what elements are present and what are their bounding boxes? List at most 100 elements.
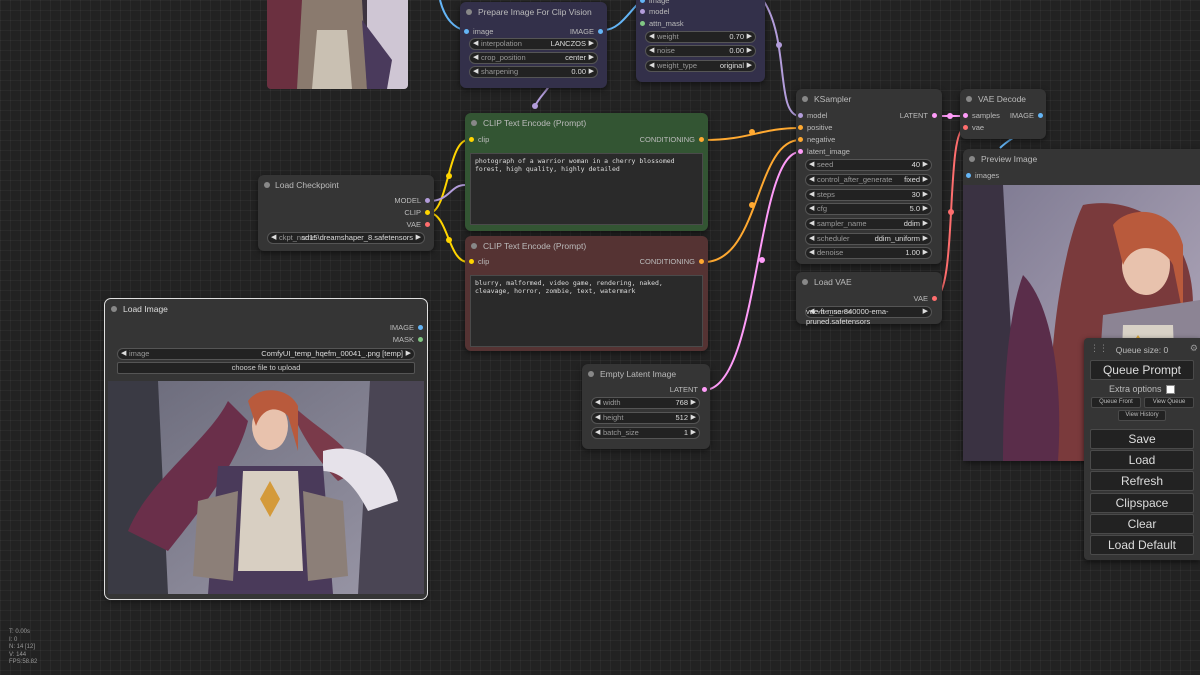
arrow-right-icon[interactable]: ▶ — [923, 204, 928, 214]
widget-height[interactable]: ◀ height 512 ▶ — [591, 412, 700, 424]
arrow-right-icon[interactable]: ▶ — [691, 413, 696, 423]
output-latent-slot[interactable]: LATENT — [900, 111, 937, 121]
node-load-checkpoint[interactable]: Load Checkpoint MODEL CLIP VAE ◀ ckpt_nam… — [258, 175, 434, 251]
widget-denoise[interactable]: ◀ denoise 1.00 ▶ — [805, 247, 932, 259]
input-clip-slot[interactable]: clip — [469, 257, 489, 267]
widget-batch-size[interactable]: ◀ batch_size 1 ▶ — [591, 427, 700, 439]
arrow-left-icon[interactable]: ◀ — [649, 61, 654, 71]
input-clip-slot[interactable]: clip — [469, 135, 489, 145]
save-button[interactable]: Save — [1090, 429, 1194, 449]
node-title[interactable]: VAE Decode — [960, 89, 1046, 109]
arrow-right-icon[interactable]: ▶ — [923, 175, 928, 185]
output-mask-slot[interactable]: MASK — [393, 335, 423, 345]
output-conditioning-slot[interactable]: CONDITIONING — [640, 135, 704, 145]
widget-sharpening[interactable]: ◀ sharpening 0.00 ▶ — [469, 66, 598, 78]
node-clip-text-positive[interactable]: CLIP Text Encode (Prompt) clip CONDITION… — [465, 113, 708, 231]
input-positive-slot[interactable]: positive — [798, 123, 832, 133]
arrow-left-icon[interactable]: ◀ — [473, 67, 478, 77]
output-vae-slot[interactable]: VAE — [407, 220, 430, 230]
clear-button[interactable]: Clear — [1090, 514, 1194, 534]
refresh-button[interactable]: Refresh — [1090, 471, 1194, 491]
arrow-left-icon[interactable]: ◀ — [271, 233, 276, 243]
node-title[interactable]: Prepare Image For Clip Vision — [460, 2, 607, 22]
output-clip-slot[interactable]: CLIP — [404, 208, 430, 218]
arrow-left-icon[interactable]: ◀ — [809, 219, 814, 229]
input-model-slot[interactable]: model — [798, 111, 827, 121]
arrow-left-icon[interactable]: ◀ — [809, 160, 814, 170]
widget-weight[interactable]: ◀ weight 0.70 ▶ — [645, 31, 756, 43]
upload-button[interactable]: choose file to upload — [117, 362, 415, 374]
load-default-button[interactable]: Load Default — [1090, 535, 1194, 555]
widget-width[interactable]: ◀ width 768 ▶ — [591, 397, 700, 409]
output-latent-slot[interactable]: LATENT — [670, 385, 707, 395]
input-negative-slot[interactable]: negative — [798, 135, 835, 145]
clipspace-button[interactable]: Clipspace — [1090, 493, 1194, 513]
node-vae-decode[interactable]: VAE Decode samples vae IMAGE — [960, 89, 1046, 139]
widget-crop-position[interactable]: ◀ crop_position center ▶ — [469, 52, 598, 64]
arrow-left-icon[interactable]: ◀ — [809, 190, 814, 200]
arrow-left-icon[interactable]: ◀ — [809, 234, 814, 244]
output-conditioning-slot[interactable]: CONDITIONING — [640, 257, 704, 267]
widget-image-select[interactable]: ◀ image ComfyUI_temp_hqefm_00041_.png [tem… — [117, 348, 415, 360]
widget-weight-type[interactable]: ◀ weight_type original ▶ — [645, 60, 756, 72]
extra-options-checkbox[interactable] — [1166, 385, 1176, 395]
arrow-left-icon[interactable]: ◀ — [595, 428, 600, 438]
arrow-left-icon[interactable]: ◀ — [121, 349, 126, 359]
input-samples-slot[interactable]: samples — [963, 111, 1000, 121]
widget-seed[interactable]: ◀ seed 40 ▶ — [805, 159, 932, 171]
arrow-right-icon[interactable]: ▶ — [923, 234, 928, 244]
widget-control-after-generate[interactable]: ◀ control_after_generate fixed ▶ — [805, 174, 932, 186]
output-vae-slot[interactable]: VAE — [914, 294, 937, 304]
output-image-slot[interactable]: IMAGE — [570, 27, 603, 37]
arrow-left-icon[interactable]: ◀ — [809, 204, 814, 214]
gear-icon[interactable]: ⚙ — [1190, 343, 1198, 354]
queue-front-button[interactable]: Queue Front — [1091, 397, 1141, 408]
node-title[interactable]: Empty Latent Image — [582, 364, 710, 384]
node-title[interactable]: CLIP Text Encode (Prompt) — [465, 236, 708, 256]
arrow-right-icon[interactable]: ▶ — [923, 190, 928, 200]
queue-prompt-button[interactable]: Queue Prompt — [1090, 360, 1194, 380]
arrow-right-icon[interactable]: ▶ — [923, 248, 928, 258]
input-latent-image-slot[interactable]: latent_image — [798, 147, 850, 157]
view-history-button[interactable]: View History — [1118, 410, 1166, 421]
arrow-right-icon[interactable]: ▶ — [691, 398, 696, 408]
input-vae-slot[interactable]: vae — [963, 123, 984, 133]
arrow-right-icon[interactable]: ▶ — [691, 428, 696, 438]
input-image-slot[interactable]: image — [464, 27, 493, 37]
output-image-slot[interactable]: IMAGE — [1010, 111, 1043, 121]
node-title[interactable]: Load Image — [105, 299, 427, 319]
node-title[interactable]: CLIP Text Encode (Prompt) — [465, 113, 708, 133]
arrow-right-icon[interactable]: ▶ — [747, 46, 752, 56]
node-prepare-image[interactable]: Prepare Image For Clip Vision image IMAG… — [460, 2, 607, 88]
node-clip-text-negative[interactable]: CLIP Text Encode (Prompt) clip CONDITION… — [465, 236, 708, 351]
arrow-right-icon[interactable]: ▶ — [923, 219, 928, 229]
node-load-image[interactable]: Load Image IMAGE MASK ◀ image ComfyUI_temp… — [104, 298, 428, 600]
arrow-right-icon[interactable]: ▶ — [747, 32, 752, 42]
arrow-left-icon[interactable]: ◀ — [809, 248, 814, 258]
arrow-right-icon[interactable]: ▶ — [589, 67, 594, 77]
arrow-right-icon[interactable]: ▶ — [589, 53, 594, 63]
arrow-right-icon[interactable]: ▶ — [416, 233, 421, 243]
arrow-right-icon[interactable]: ▶ — [406, 349, 411, 359]
arrow-right-icon[interactable]: ▶ — [747, 61, 752, 71]
node-title[interactable]: Load Checkpoint — [258, 175, 434, 195]
node-title[interactable]: KSampler — [796, 89, 942, 109]
arrow-left-icon[interactable]: ◀ — [809, 175, 814, 185]
output-image-slot[interactable]: IMAGE — [390, 323, 423, 333]
input-image-slot[interactable]: image — [640, 0, 669, 6]
arrow-right-icon[interactable]: ▶ — [923, 307, 928, 317]
node-ksampler[interactable]: KSampler model positive negative latent_… — [796, 89, 942, 264]
prompt-textarea[interactable]: blurry, malformed, video game, rendering… — [470, 275, 703, 347]
widget-vae-name[interactable]: ◀ vae_name vae-ft-mse-840000-ema-pruned.sa… — [805, 306, 932, 326]
arrow-right-icon[interactable]: ▶ — [923, 160, 928, 170]
widget-scheduler[interactable]: ◀ scheduler ddim_uniform ▶ — [805, 233, 932, 245]
arrow-left-icon[interactable]: ◀ — [473, 39, 478, 49]
arrow-left-icon[interactable]: ◀ — [595, 413, 600, 423]
node-load-vae[interactable]: Load VAE VAE ◀ vae_name vae-ft-mse-840000-… — [796, 272, 942, 326]
view-queue-button[interactable]: View Queue — [1144, 397, 1194, 408]
widget-ckpt-name[interactable]: ◀ ckpt_name sd15\dreamshaper_8.safetensors… — [267, 232, 425, 244]
arrow-left-icon[interactable]: ◀ — [649, 46, 654, 56]
arrow-left-icon[interactable]: ◀ — [649, 32, 654, 42]
widget-cfg[interactable]: ◀ cfg 5.0 ▶ — [805, 203, 932, 215]
input-attn-mask-slot[interactable]: attn_mask — [640, 19, 684, 29]
